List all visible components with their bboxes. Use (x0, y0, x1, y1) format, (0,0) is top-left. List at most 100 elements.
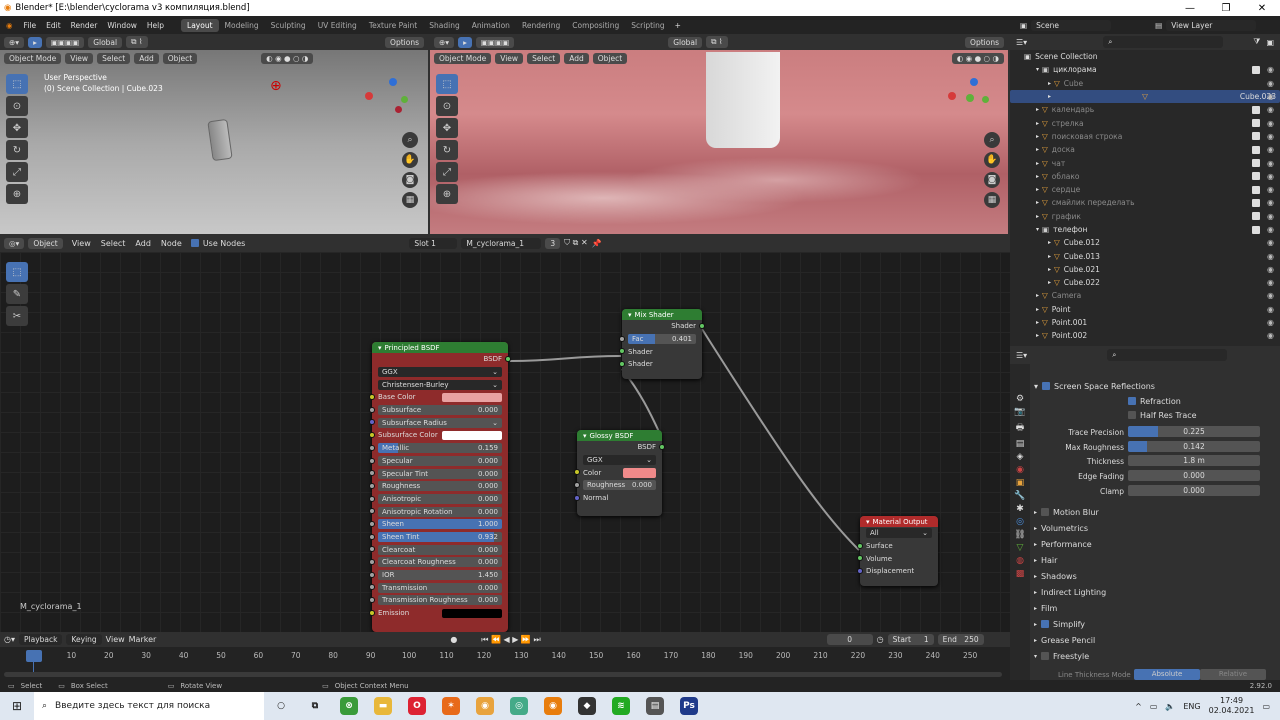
visibility-eye-icon[interactable]: ◉ (1267, 185, 1274, 194)
visibility-eye-icon[interactable]: ◉ (1267, 331, 1274, 340)
absolute-option[interactable]: Absolute (1134, 669, 1200, 680)
view-layer-selector[interactable]: View Layer (1166, 19, 1257, 31)
mode-selector[interactable]: Object Mode (434, 52, 492, 64)
menu-select[interactable]: Select (97, 52, 131, 64)
panel-header[interactable]: ▸ Indirect Lighting (1034, 584, 1274, 600)
menu-view[interactable]: View (65, 52, 94, 64)
clock[interactable]: 17:49 02.04.2021 (1209, 696, 1255, 716)
scene-selector[interactable]: Scene (1031, 19, 1112, 31)
expand-arrow-icon[interactable]: ▸ (1036, 319, 1039, 326)
value-field[interactable]: Anisotropic 0.000 (378, 493, 502, 504)
roughness-field[interactable]: Roughness 0.000 (583, 480, 656, 491)
outliner-item[interactable]: ▸ ▽ Cube.012 ◉ (1010, 236, 1280, 249)
surface-socket[interactable] (857, 542, 863, 549)
visibility-eye-icon[interactable]: ◉ (1267, 305, 1274, 314)
glossy-bsdf-node[interactable]: ▾ Glossy BSDF BSDF GGX ⌄ Color Roughness 0… (574, 430, 665, 516)
scale-tool-icon[interactable]: ⤢ (436, 162, 458, 182)
value-field[interactable]: Specular Tint 0.000 (378, 468, 502, 479)
menu-add[interactable]: Add (564, 52, 589, 64)
roughness-socket[interactable] (574, 482, 580, 489)
material-output-node[interactable]: ▾ Material Output All ⌄ Surface Volume Di… (857, 516, 938, 586)
timeline-scrollbar[interactable] (4, 672, 1002, 677)
visibility-eye-icon[interactable]: ◉ (1267, 65, 1274, 74)
ortho-grid-icon[interactable]: ▦ (984, 192, 1000, 208)
visibility-eye-icon[interactable]: ◉ (1267, 252, 1274, 261)
exclude-checkbox[interactable] (1252, 172, 1260, 181)
outliner-item[interactable]: ▸ ▽ Cube ◉ (1010, 77, 1280, 90)
outliner-item[interactable]: ▸ ▽ Point ◉ (1010, 303, 1280, 316)
outliner-item[interactable]: ▸ ▽ Camera ◉ (1010, 289, 1280, 302)
expand-arrow-icon[interactable]: ▸ (1036, 306, 1039, 313)
value-field[interactable]: Transmission 0.000 (378, 582, 502, 593)
node-header[interactable]: ▾ Material Output (860, 516, 938, 527)
file-explorer-icon[interactable]: ▬ (374, 697, 392, 715)
outliner-editor-icon[interactable]: ☰▾ (1016, 38, 1027, 47)
slot-selector[interactable]: Slot 1 (409, 237, 458, 249)
menu-help[interactable]: Help (147, 21, 164, 30)
visibility-eye-icon[interactable]: ◉ (1267, 291, 1274, 300)
outliner-item[interactable]: ▸ ▽ Cube.013 ◉ (1010, 249, 1280, 262)
properties-editor-icon[interactable]: ☰▾ (1016, 351, 1027, 360)
menu-add[interactable]: Add (134, 52, 159, 64)
input-socket[interactable] (369, 444, 375, 451)
visibility-eye-icon[interactable]: ◉ (1267, 198, 1274, 207)
value-field[interactable]: Subsurface 0.000 (378, 405, 502, 416)
outliner-item[interactable]: ▸ ▽ чат ◉ (1010, 156, 1280, 169)
visibility-eye-icon[interactable]: ◉ (1267, 145, 1274, 154)
maximize-button[interactable]: ❐ (1208, 3, 1244, 14)
outliner-item[interactable]: ▸ ▽ облако ◉ (1010, 170, 1280, 183)
notifications-icon[interactable]: ▭ (1262, 702, 1270, 711)
app-icon-2[interactable]: ◉ (476, 697, 494, 715)
visibility-eye-icon[interactable]: ◉ (1267, 318, 1274, 327)
expand-arrow-icon[interactable]: ▸ (1036, 160, 1039, 167)
visibility-eye-icon[interactable]: ◉ (1267, 159, 1274, 168)
exclude-checkbox[interactable] (1252, 185, 1260, 194)
half-res-checkbox[interactable] (1128, 411, 1136, 419)
visibility-eye-icon[interactable]: ◉ (1267, 105, 1274, 114)
menu-object[interactable]: Object (592, 52, 628, 64)
transform-orientation[interactable]: Global (88, 36, 123, 48)
input-socket[interactable] (369, 559, 375, 565)
network-icon[interactable]: ▭ (1150, 702, 1158, 711)
visibility-eye-icon[interactable]: ◉ (1267, 278, 1274, 287)
input-socket[interactable] (369, 406, 375, 413)
expand-arrow-icon[interactable]: ▸ (1036, 133, 1039, 140)
mode-selector[interactable]: Object Mode (4, 52, 62, 64)
pin-icon[interactable]: 📌 (592, 239, 602, 248)
input-socket[interactable] (369, 597, 375, 604)
fake-user-icon[interactable]: ⛉ ⧉ ✕ (564, 238, 588, 248)
menu-view[interactable]: View (72, 239, 91, 248)
input-socket[interactable] (369, 470, 375, 477)
expand-arrow-icon[interactable]: ▸ (1036, 173, 1039, 180)
input-socket[interactable] (369, 609, 375, 616)
scene-collection-row[interactable]: ▣ Scene Collection (1010, 50, 1280, 63)
panel-header[interactable]: ▾ Freestyle (1034, 648, 1274, 664)
viewport-shading-buttons[interactable]: ◐ ◉ ● ○ ◑ (261, 52, 314, 64)
exclude-checkbox[interactable] (1252, 119, 1260, 128)
visibility-eye-icon[interactable]: ◉ (1267, 119, 1274, 128)
panel-header[interactable]: ▸ Motion Blur (1034, 504, 1274, 520)
zoom-icon[interactable]: ⌕ (402, 132, 418, 148)
end-frame-field[interactable]: End 250 (937, 634, 984, 645)
menu-view[interactable]: View (106, 635, 125, 644)
value-field[interactable]: Roughness 0.000 (378, 481, 502, 492)
target-selector[interactable]: All ⌄ (866, 528, 932, 539)
viewport-right[interactable]: ⊕▾ ▸ ▣▣▣▣ Global ⧉ ⌇ Options Object Mode… (430, 34, 1008, 234)
start-frame-field[interactable]: Start 1 (887, 634, 934, 645)
value-field[interactable]: Specular 0.000 (378, 455, 502, 466)
workspace-tab-scripting[interactable]: Scripting (625, 19, 670, 32)
relative-option[interactable]: Relative (1200, 669, 1266, 680)
constraints-tab-icon[interactable]: ⛓ (1014, 530, 1025, 540)
visibility-eye-icon[interactable]: ◉ (1267, 238, 1274, 247)
exclude-checkbox[interactable] (1252, 159, 1260, 168)
particles-tab-icon[interactable]: ✱ (1016, 504, 1024, 514)
outliner-item[interactable]: ▸ ▽ Point.002 ◉ (1010, 329, 1280, 342)
expand-arrow-icon[interactable]: ▸ (1048, 239, 1051, 246)
pan-hand-icon[interactable]: ✋ (984, 152, 1000, 168)
exclude-checkbox[interactable] (1252, 65, 1260, 74)
app-icon-1[interactable]: ✶ (442, 697, 460, 715)
color-socket[interactable] (574, 469, 580, 476)
visibility-eye-icon[interactable]: ◉ (1267, 265, 1274, 274)
panel-header[interactable]: ▸ Hair (1034, 552, 1274, 568)
menu-marker[interactable]: Marker (129, 635, 157, 644)
